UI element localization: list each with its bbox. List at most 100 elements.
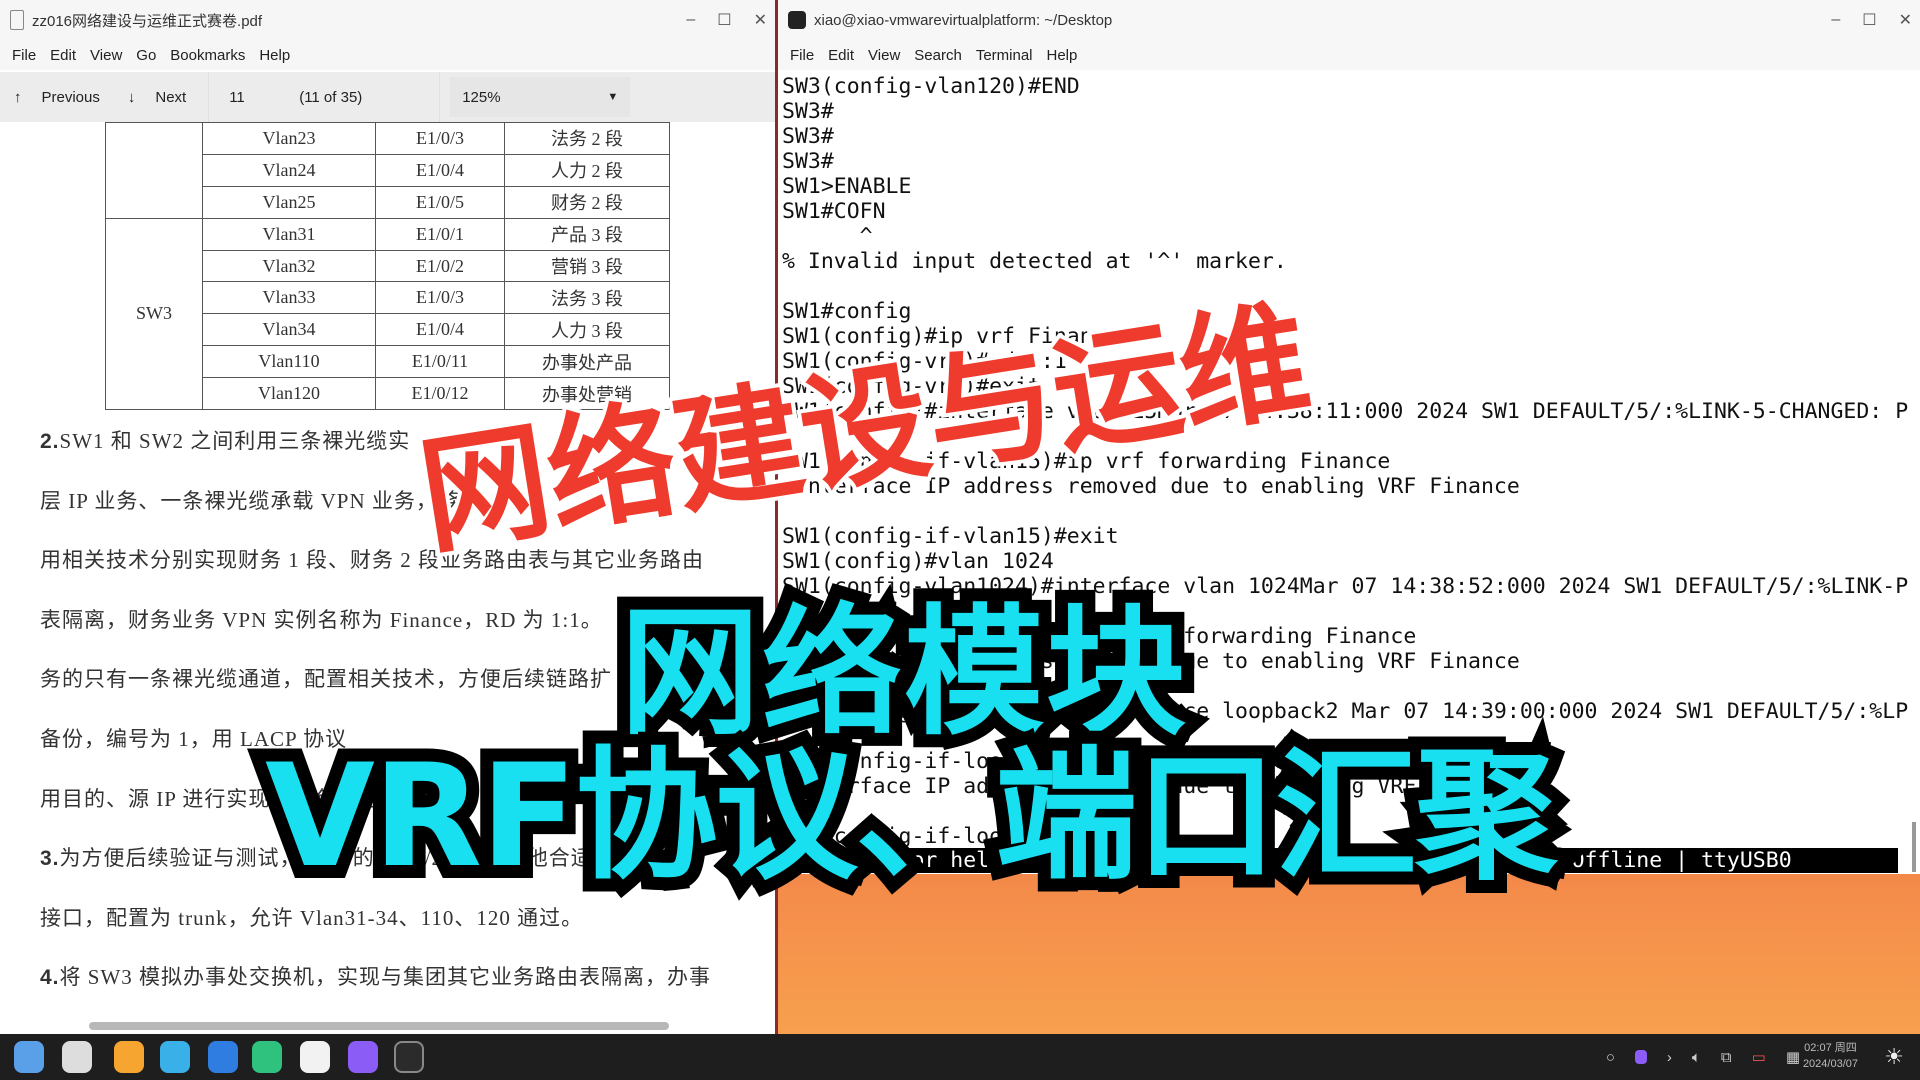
table-cell: 人力 2 段 <box>504 153 670 187</box>
arrow-down-icon: ↓ <box>127 88 136 106</box>
next-button[interactable]: ↓ Next <box>128 89 186 106</box>
menu-edit[interactable]: Edit <box>50 47 76 64</box>
file-manager-icon[interactable] <box>62 1041 92 1073</box>
switch-cell <box>105 122 203 219</box>
close-button[interactable]: ✕ <box>754 10 767 30</box>
table-cell: Vlan33 <box>202 281 376 315</box>
clock[interactable]: 02:07 周四 2024/03/07 <box>1803 1040 1858 1072</box>
terminal-title-bar: xiao@xiao-vmwarevirtualplatform: ~/Deskt… <box>778 0 1920 40</box>
switch-cell: SW3 <box>105 217 203 411</box>
terminal-line: SW3(config-vlan120)#END <box>782 74 1080 99</box>
table-cell: Vlan120 <box>202 377 376 411</box>
table-cell: Vlan23 <box>202 122 376 155</box>
menu-bookmarks[interactable]: Bookmarks <box>170 47 245 64</box>
messaging-icon[interactable] <box>252 1041 282 1073</box>
paragraph-text: 务的只有一条裸光缆通道，配置相关技术，方便后续链路扩 <box>40 667 612 692</box>
pdf-reader-icon[interactable] <box>300 1041 330 1073</box>
previous-button[interactable]: ↑ Previous <box>14 89 100 106</box>
app-store-icon[interactable] <box>114 1041 144 1073</box>
table-cell: E1/0/2 <box>375 249 505 283</box>
paragraph-line: 接口，配置为 trunk，允许 Vlan31-34、110、120 通过。 <box>40 902 583 932</box>
paragraph-text: 将 SW3 模拟办事处交换机，实现与集团其它业务路由表隔离，办事 <box>59 965 712 990</box>
document-icon <box>10 10 24 30</box>
horizontal-scrollbar[interactable] <box>89 1022 669 1030</box>
volume-icon[interactable]: 🔈︎ <box>1692 1049 1701 1066</box>
table-cell: 人力 3 段 <box>504 313 670 347</box>
page-number-input[interactable]: 11 <box>229 89 289 106</box>
table-cell: E1/0/11 <box>375 345 505 379</box>
video-app-icon[interactable] <box>348 1041 378 1073</box>
assistant-icon[interactable] <box>1634 1050 1647 1064</box>
paragraph-line: 2.SW1 和 SW2 之间利用三条裸光缆实 <box>40 425 410 455</box>
minimize-button[interactable]: – <box>1831 11 1840 29</box>
table-cell: Vlan32 <box>202 249 376 283</box>
previous-label: Previous <box>41 88 100 106</box>
close-button[interactable]: ✕ <box>1899 10 1912 30</box>
search-icon[interactable]: ○ <box>1606 1049 1615 1066</box>
network-icon[interactable]: ⧉ <box>1721 1049 1732 1066</box>
paragraph-text: 表隔离，财务业务 VPN 实例名称为 Finance，RD 为 1:1。 <box>40 607 603 632</box>
terminal-line: % Invalid input detected at '^' marker. <box>782 249 1287 274</box>
pdf-title-bar: zz016网络建设与运维正式赛卷.pdf – ☐ ✕ <box>0 0 775 40</box>
table-cell: E1/0/4 <box>375 313 505 347</box>
terminal-line: ^ <box>782 224 873 249</box>
pdf-toolbar: ↑ Previous ↓ Next 11 (11 of 35) 125% ▼ <box>0 72 775 122</box>
zoom-select[interactable]: 125% ▼ <box>450 77 631 117</box>
table-cell: E1/0/4 <box>375 153 505 187</box>
overlay-subtitle-topics: VRF协议、端口汇聚 <box>252 721 1570 912</box>
table-cell: E1/0/3 <box>375 122 505 155</box>
next-label: Next <box>155 88 187 106</box>
dropdown-arrow-icon: ▼ <box>607 91 619 103</box>
taskbar: ○ › 🔈︎ ⧉ ▭ ▦ 02:07 周四 2024/03/07 ☀ <box>0 1034 1920 1080</box>
menu-go[interactable]: Go <box>136 47 156 64</box>
menu-search[interactable]: Search <box>914 47 962 64</box>
maximize-button[interactable]: ☐ <box>717 10 731 30</box>
table-cell: E1/0/1 <box>375 217 505 251</box>
launcher-icon[interactable] <box>14 1041 44 1073</box>
item-number: 2. <box>40 430 60 453</box>
table-cell: 法务 2 段 <box>504 122 670 155</box>
chevron-right-icon[interactable]: › <box>1667 1049 1672 1066</box>
table-row: SW3 Vlan31 E1/0/1 产品 3 段 <box>105 217 670 411</box>
paragraph-line: 表隔离，财务业务 VPN 实例名称为 Finance，RD 为 1:1。 <box>40 604 603 634</box>
brightness-icon[interactable]: ☀ <box>1884 1044 1904 1070</box>
table-cell: Vlan24 <box>202 153 376 187</box>
clock-time: 02:07 周四 <box>1804 1042 1857 1054</box>
wps-writer-icon[interactable] <box>208 1041 238 1073</box>
zoom-value: 125% <box>462 88 501 106</box>
clock-date: 2024/03/07 <box>1802 1058 1858 1070</box>
table-cell: 财务 2 段 <box>504 185 670 219</box>
paragraph-text: 接口，配置为 trunk，允许 Vlan31-34、110、120 通过。 <box>40 905 584 930</box>
terminal-line: SW3# <box>782 99 834 124</box>
keyboard-icon[interactable]: ▦ <box>1786 1048 1800 1066</box>
menu-edit[interactable]: Edit <box>828 47 854 64</box>
table-cell: 营销 3 段 <box>504 249 670 283</box>
menu-help[interactable]: Help <box>259 47 290 64</box>
item-number: 4. <box>40 966 60 990</box>
maximize-button[interactable]: ☐ <box>1862 10 1876 30</box>
table-cell: 法务 3 段 <box>504 281 670 315</box>
browser-icon[interactable] <box>160 1041 190 1073</box>
terminal-icon[interactable] <box>394 1041 424 1073</box>
terminal-line: SW1>ENABLE <box>782 174 912 199</box>
page-count: (11 of 35) <box>299 88 363 106</box>
menu-file[interactable]: File <box>790 47 814 64</box>
menu-file[interactable]: File <box>12 47 36 64</box>
vertical-scrollbar[interactable] <box>1912 822 1916 872</box>
table-cell: Vlan31 <box>202 217 376 251</box>
terminal-line: SW1#COFN <box>782 199 886 224</box>
menu-view[interactable]: View <box>868 47 900 64</box>
window-title: xiao@xiao-vmwarevirtualplatform: ~/Deskt… <box>814 11 1113 29</box>
terminal-line: SW1(config-if-vlan15)#exit <box>782 524 1119 549</box>
menu-terminal[interactable]: Terminal <box>976 47 1033 64</box>
table-cell: 产品 3 段 <box>504 217 670 251</box>
table-cell: E1/0/5 <box>375 185 505 219</box>
minimize-button[interactable]: – <box>686 11 695 29</box>
menu-view[interactable]: View <box>90 47 122 64</box>
paragraph-line: 4.将 SW3 模拟办事处交换机，实现与集团其它业务路由表隔离，办事 <box>40 961 711 991</box>
table-cell: E1/0/3 <box>375 281 505 315</box>
menu-help[interactable]: Help <box>1047 47 1078 64</box>
notification-icon[interactable]: ▭ <box>1752 1048 1766 1066</box>
